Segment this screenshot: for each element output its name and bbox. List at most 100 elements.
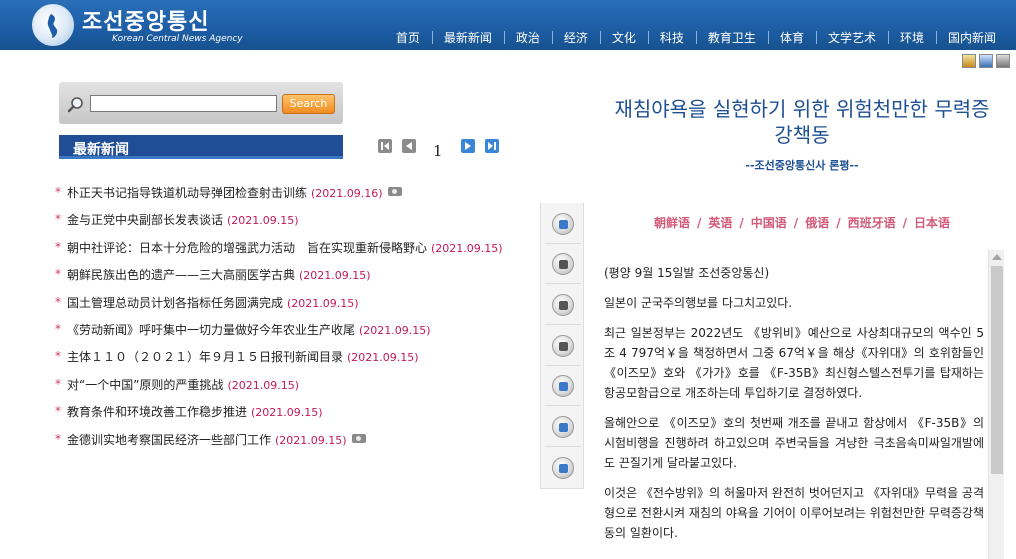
article-body: (평양 9월 15일발 조선중앙통신) 일본이 군국주의행보를 다그치고있다. … xyxy=(604,263,984,553)
news-item-title[interactable]: 金与正党中央副部长发表谈话 xyxy=(67,213,223,227)
globe-icon[interactable] xyxy=(552,335,574,357)
latest-news-title: 最新新闻 xyxy=(73,142,129,158)
news-item-title[interactable]: 国土管理总动员计划各指标任务圆满完成 xyxy=(67,296,283,310)
bullet-icon: * xyxy=(55,185,61,199)
news-item[interactable]: * 国土管理总动员计划各指标任务圆满完成 (2021.09.15) xyxy=(55,294,535,321)
print-icon[interactable] xyxy=(552,253,574,275)
current-page-number: 1 xyxy=(433,142,443,160)
latest-news-list: * 朴正天书记指导铁道机动导弹团检查射击训练 (2021.09.16) * 金与正党中… xyxy=(55,184,535,458)
news-item-title[interactable]: 《劳动新闻》呼吁集中一切力量做好今年农业生产收尾 xyxy=(67,323,355,337)
scroll-up-icon[interactable] xyxy=(992,254,1002,260)
kcna-emblem-icon[interactable] xyxy=(32,4,74,46)
bullet-icon: * xyxy=(55,239,61,254)
news-item-title[interactable]: 金德训实地考察国民经济一些部门工作 xyxy=(67,433,271,447)
divider xyxy=(545,243,581,244)
news-item[interactable]: * 对“一个中国”原则的严重挑战 (2021.09.15) xyxy=(55,376,535,403)
page: 조선중앙통신 Korean Central News Agency 首页 最新新… xyxy=(0,0,1016,559)
copy-icon[interactable] xyxy=(552,213,574,235)
news-item[interactable]: * 《劳动新闻》呼吁集中一切力量做好今年农业生产收尾 (2021.09.15) xyxy=(55,321,535,348)
download-icon[interactable] xyxy=(552,416,574,438)
lang-japanese[interactable]: 日本语 xyxy=(914,216,950,230)
site-logo-subtext: Korean Central News Agency xyxy=(112,34,243,44)
news-item-date: (2021.09.15) xyxy=(287,296,359,310)
nav-economy[interactable]: 经济 xyxy=(551,29,600,46)
bullet-icon: * xyxy=(55,376,61,391)
lang-chinese[interactable]: 中国语 xyxy=(751,216,787,230)
bullet-icon: * xyxy=(55,404,61,419)
site-logo-text[interactable]: 조선중앙통신 xyxy=(82,4,209,36)
search-input[interactable] xyxy=(90,95,277,112)
article-source: --조선중앙통신사 론평-- xyxy=(745,159,859,172)
news-item-date: (2021.09.16) xyxy=(311,187,383,200)
news-item[interactable]: * 朝中社评论：日本十分危险的增强武力活动 旨在实现重新侵略野心 (2021.09.… xyxy=(55,239,535,266)
news-item[interactable]: * 主体１１０（２０２１）年９月１５日报刊新闻目录 (2021.09.15) xyxy=(55,348,535,375)
listen-icon[interactable] xyxy=(552,375,574,397)
top-tools xyxy=(962,54,1010,68)
news-item[interactable]: * 朴正天书记指导铁道机动导弹团检查射击训练 (2021.09.16) xyxy=(55,184,535,211)
news-item-date: (2021.09.15) xyxy=(275,433,347,447)
nav-environment[interactable]: 环境 xyxy=(887,29,936,46)
news-item[interactable]: * 朝鲜民族出色的遗产——三大高丽医学古典 (2021.09.15) xyxy=(55,266,535,293)
scroll-thumb[interactable] xyxy=(991,266,1003,474)
article-title: 재침야욕을 실현하기 위한 위험천만한 무력증강책동 xyxy=(614,97,990,147)
news-item-title[interactable]: 教育条件和环境改善工作稳步推进 xyxy=(67,405,247,419)
news-item-date: (2021.09.15) xyxy=(227,214,299,228)
news-item-date: (2021.09.15) xyxy=(347,351,419,365)
news-item-title[interactable]: 朝中社评论：日本十分危险的增强武力活动 旨在实现重新侵略野心 xyxy=(67,241,427,255)
search-button[interactable]: Search xyxy=(282,94,335,114)
nav-literature-art[interactable]: 文学艺术 xyxy=(815,29,888,46)
news-item-title[interactable]: 朴正天书记指导铁道机动导弹团检查射击训练 xyxy=(67,186,307,200)
camera-icon[interactable] xyxy=(552,294,574,316)
lang-spanish[interactable]: 西班牙语 xyxy=(848,216,896,230)
news-item-title[interactable]: 主体１１０（２０２１）年９月１５日报刊新闻目录 xyxy=(67,350,343,364)
email-icon[interactable] xyxy=(552,457,574,479)
news-item-date: (2021.09.15) xyxy=(431,241,503,255)
nav-latest-news[interactable]: 最新新闻 xyxy=(431,29,504,46)
lang-english[interactable]: 英语 xyxy=(708,216,732,230)
rss-icon[interactable] xyxy=(996,54,1010,68)
news-item[interactable]: * 教育条件和环境改善工作稳步推进 (2021.09.15) xyxy=(55,403,535,430)
nav-science[interactable]: 科技 xyxy=(647,29,696,46)
news-item[interactable]: * 金德训实地考察国民经济一些部门工作 (2021.09.15) xyxy=(55,431,535,458)
bullet-icon: * xyxy=(55,212,61,227)
divider xyxy=(545,446,581,447)
article-paragraph: 올해안으로 《이즈모》호의 첫번째 개조를 끝내고 함상에서 《F-35B》의 … xyxy=(604,416,984,470)
site-header: 조선중앙통신 Korean Central News Agency 首页 最新新… xyxy=(0,0,1016,50)
last-page-icon[interactable] xyxy=(485,139,499,153)
lang-korean[interactable]: 朝鲜语 xyxy=(654,216,690,230)
camera-icon xyxy=(387,187,402,196)
nav-politics[interactable]: 政治 xyxy=(503,29,552,46)
photo-gallery-icon[interactable] xyxy=(962,54,976,68)
article-scrollbar[interactable] xyxy=(988,250,1004,559)
bullet-icon: * xyxy=(55,267,61,282)
divider xyxy=(545,405,581,406)
camera-icon xyxy=(351,433,366,443)
main-nav: 首页 最新新闻 政治 经济 文化 科技 教育卫生 体育 文学艺术 环境 国内新闻 xyxy=(384,27,1008,47)
article-paragraph: 최근 일본정부는 2022년도 《방위비》예산으로 사상최대규모의 액수인 5조… xyxy=(604,326,984,400)
nav-sports[interactable]: 体育 xyxy=(767,29,816,46)
next-page-icon[interactable] xyxy=(461,139,475,153)
bullet-icon: * xyxy=(55,294,61,309)
news-item-title[interactable]: 朝鲜民族出色的遗产——三大高丽医学古典 xyxy=(67,268,295,282)
bullet-icon: * xyxy=(55,431,61,446)
divider xyxy=(545,324,581,325)
nav-education-health[interactable]: 教育卫生 xyxy=(695,29,768,46)
lang-russian[interactable]: 俄语 xyxy=(805,216,829,230)
nav-home[interactable]: 首页 xyxy=(384,29,432,46)
news-item-date: (2021.09.15) xyxy=(359,323,431,337)
divider xyxy=(545,365,581,366)
nav-domestic-news[interactable]: 国内新闻 xyxy=(935,29,1008,46)
latest-news-bar: 最新新闻 xyxy=(59,135,343,159)
video-icon[interactable] xyxy=(979,54,993,68)
article-tools-column xyxy=(540,203,584,489)
language-links: 朝鲜语 / 英语 / 中国语 / 俄语 / 西班牙语 / 日本语 xyxy=(653,216,951,230)
news-item-title[interactable]: 对“一个中国”原则的严重挑战 xyxy=(67,378,223,392)
article-paragraph: 이것은 《전수방위》의 허울마저 완전히 벗어던지고 《자위대》무력을 공격형으… xyxy=(604,486,985,540)
prev-page-icon[interactable] xyxy=(402,139,416,153)
first-page-icon[interactable] xyxy=(378,139,392,153)
news-item[interactable]: * 金与正党中央副部长发表谈话 (2021.09.15) xyxy=(55,211,535,238)
news-item-date: (2021.09.15) xyxy=(251,406,323,420)
nav-culture[interactable]: 文化 xyxy=(599,29,648,46)
search-icon xyxy=(67,97,83,113)
news-item-date: (2021.09.15) xyxy=(299,269,371,283)
